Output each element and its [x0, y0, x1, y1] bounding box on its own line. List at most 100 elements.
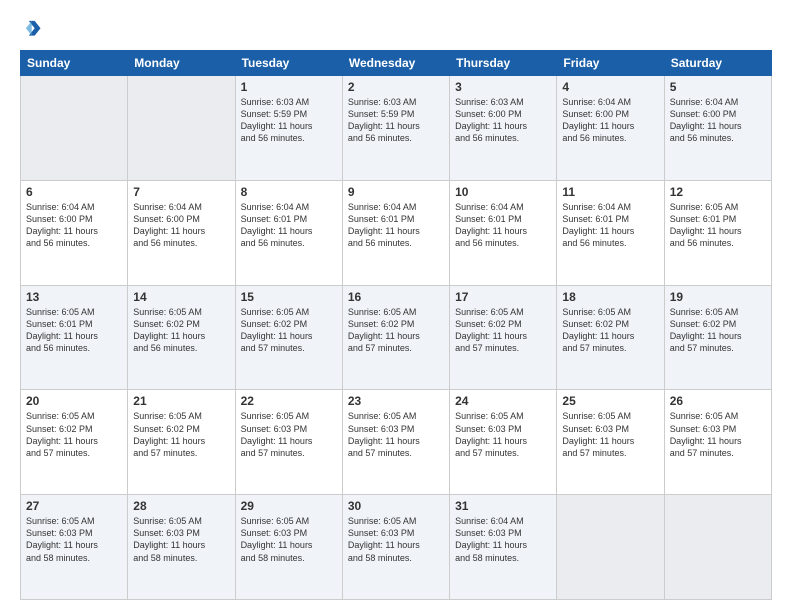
day-info: Sunrise: 6:05 AM Sunset: 6:02 PM Dayligh… [348, 306, 444, 355]
day-number: 16 [348, 290, 444, 304]
calendar-day-cell: 19 Sunrise: 6:05 AM Sunset: 6:02 PM Dayli… [664, 285, 771, 390]
calendar-day-cell: 12 Sunrise: 6:05 AM Sunset: 6:01 PM Dayli… [664, 180, 771, 285]
day-info: Sunrise: 6:04 AM Sunset: 6:00 PM Dayligh… [562, 96, 658, 145]
day-number: 23 [348, 394, 444, 408]
weekday-header-thursday: Thursday [450, 51, 557, 76]
calendar-day-cell: 9 Sunrise: 6:04 AM Sunset: 6:01 PM Daylig… [342, 180, 449, 285]
day-number: 6 [26, 185, 122, 199]
day-info: Sunrise: 6:03 AM Sunset: 5:59 PM Dayligh… [348, 96, 444, 145]
day-info: Sunrise: 6:05 AM Sunset: 6:03 PM Dayligh… [241, 410, 337, 459]
day-number: 14 [133, 290, 229, 304]
calendar-table: SundayMondayTuesdayWednesdayThursdayFrid… [20, 50, 772, 600]
day-number: 27 [26, 499, 122, 513]
day-info: Sunrise: 6:05 AM Sunset: 6:02 PM Dayligh… [455, 306, 551, 355]
calendar-week-row: 6 Sunrise: 6:04 AM Sunset: 6:00 PM Daylig… [21, 180, 772, 285]
day-info: Sunrise: 6:05 AM Sunset: 6:03 PM Dayligh… [348, 410, 444, 459]
calendar-day-cell [557, 495, 664, 600]
calendar-day-cell: 7 Sunrise: 6:04 AM Sunset: 6:00 PM Daylig… [128, 180, 235, 285]
day-number: 13 [26, 290, 122, 304]
calendar-day-cell: 22 Sunrise: 6:05 AM Sunset: 6:03 PM Dayli… [235, 390, 342, 495]
day-info: Sunrise: 6:05 AM Sunset: 6:02 PM Dayligh… [133, 306, 229, 355]
day-number: 2 [348, 80, 444, 94]
calendar-week-row: 13Sunrise: 6:05 AM Sunset: 6:01 PM Dayli… [21, 285, 772, 390]
calendar-week-row: 20 Sunrise: 6:05 AM Sunset: 6:02 PM Dayli… [21, 390, 772, 495]
day-info: Sunrise: 6:04 AM Sunset: 6:01 PM Dayligh… [348, 201, 444, 250]
day-number: 17 [455, 290, 551, 304]
weekday-header-row: SundayMondayTuesdayWednesdayThursdayFrid… [21, 51, 772, 76]
day-number: 9 [348, 185, 444, 199]
day-number: 29 [241, 499, 337, 513]
day-number: 26 [670, 394, 766, 408]
calendar-day-cell: 14 Sunrise: 6:05 AM Sunset: 6:02 PM Dayli… [128, 285, 235, 390]
day-number: 7 [133, 185, 229, 199]
calendar-week-row: 1 Sunrise: 6:03 AM Sunset: 5:59 PM Daylig… [21, 76, 772, 181]
day-number: 21 [133, 394, 229, 408]
day-info: Sunrise: 6:05 AM Sunset: 6:03 PM Dayligh… [26, 515, 122, 564]
day-number: 28 [133, 499, 229, 513]
day-info: Sunrise: 6:05 AM Sunset: 6:02 PM Dayligh… [26, 410, 122, 459]
day-info: Sunrise: 6:05 AM Sunset: 6:03 PM Dayligh… [670, 410, 766, 459]
day-info: Sunrise: 6:03 AM Sunset: 6:00 PM Dayligh… [455, 96, 551, 145]
calendar-day-cell: 24 Sunrise: 6:05 AM Sunset: 6:03 PM Dayli… [450, 390, 557, 495]
calendar-week-row: 27 Sunrise: 6:05 AM Sunset: 6:03 PM Dayli… [21, 495, 772, 600]
calendar-day-cell: 21Sunrise: 6:05 AM Sunset: 6:02 PM Dayli… [128, 390, 235, 495]
day-info: Sunrise: 6:04 AM Sunset: 6:00 PM Dayligh… [133, 201, 229, 250]
calendar-day-cell [664, 495, 771, 600]
weekday-header-wednesday: Wednesday [342, 51, 449, 76]
day-number: 24 [455, 394, 551, 408]
calendar-day-cell: 13Sunrise: 6:05 AM Sunset: 6:01 PM Dayli… [21, 285, 128, 390]
day-info: Sunrise: 6:05 AM Sunset: 6:03 PM Dayligh… [133, 515, 229, 564]
header [20, 18, 772, 40]
day-number: 31 [455, 499, 551, 513]
calendar-day-cell: 6 Sunrise: 6:04 AM Sunset: 6:00 PM Daylig… [21, 180, 128, 285]
calendar-day-cell [21, 76, 128, 181]
weekday-header-sunday: Sunday [21, 51, 128, 76]
day-number: 4 [562, 80, 658, 94]
calendar-day-cell: 11Sunrise: 6:04 AM Sunset: 6:01 PM Dayli… [557, 180, 664, 285]
day-number: 5 [670, 80, 766, 94]
day-info: Sunrise: 6:04 AM Sunset: 6:01 PM Dayligh… [241, 201, 337, 250]
day-info: Sunrise: 6:05 AM Sunset: 6:03 PM Dayligh… [348, 515, 444, 564]
day-info: Sunrise: 6:05 AM Sunset: 6:02 PM Dayligh… [562, 306, 658, 355]
calendar-day-cell: 5 Sunrise: 6:04 AM Sunset: 6:00 PM Daylig… [664, 76, 771, 181]
day-info: Sunrise: 6:04 AM Sunset: 6:01 PM Dayligh… [562, 201, 658, 250]
day-number: 10 [455, 185, 551, 199]
weekday-header-friday: Friday [557, 51, 664, 76]
day-number: 3 [455, 80, 551, 94]
day-number: 18 [562, 290, 658, 304]
day-info: Sunrise: 6:05 AM Sunset: 6:01 PM Dayligh… [670, 201, 766, 250]
calendar-day-cell: 30Sunrise: 6:05 AM Sunset: 6:03 PM Dayli… [342, 495, 449, 600]
day-info: Sunrise: 6:03 AM Sunset: 5:59 PM Dayligh… [241, 96, 337, 145]
calendar-day-cell: 8Sunrise: 6:04 AM Sunset: 6:01 PM Daylig… [235, 180, 342, 285]
day-number: 1 [241, 80, 337, 94]
calendar-day-cell: 18 Sunrise: 6:05 AM Sunset: 6:02 PM Dayli… [557, 285, 664, 390]
day-number: 22 [241, 394, 337, 408]
calendar-day-cell: 16 Sunrise: 6:05 AM Sunset: 6:02 PM Dayli… [342, 285, 449, 390]
day-number: 25 [562, 394, 658, 408]
day-info: Sunrise: 6:05 AM Sunset: 6:02 PM Dayligh… [241, 306, 337, 355]
day-info: Sunrise: 6:04 AM Sunset: 6:00 PM Dayligh… [670, 96, 766, 145]
logo-icon [20, 18, 42, 40]
day-info: Sunrise: 6:05 AM Sunset: 6:03 PM Dayligh… [241, 515, 337, 564]
calendar-day-cell: 4 Sunrise: 6:04 AM Sunset: 6:00 PM Daylig… [557, 76, 664, 181]
calendar-day-cell: 1 Sunrise: 6:03 AM Sunset: 5:59 PM Daylig… [235, 76, 342, 181]
calendar-day-cell: 25 Sunrise: 6:05 AM Sunset: 6:03 PM Dayli… [557, 390, 664, 495]
calendar-day-cell: 2 Sunrise: 6:03 AM Sunset: 5:59 PM Daylig… [342, 76, 449, 181]
weekday-header-tuesday: Tuesday [235, 51, 342, 76]
day-number: 12 [670, 185, 766, 199]
day-info: Sunrise: 6:04 AM Sunset: 6:01 PM Dayligh… [455, 201, 551, 250]
day-info: Sunrise: 6:05 AM Sunset: 6:03 PM Dayligh… [455, 410, 551, 459]
calendar-day-cell: 17 Sunrise: 6:05 AM Sunset: 6:02 PM Dayli… [450, 285, 557, 390]
weekday-header-monday: Monday [128, 51, 235, 76]
calendar-day-cell: 10 Sunrise: 6:04 AM Sunset: 6:01 PM Dayli… [450, 180, 557, 285]
logo [20, 18, 46, 40]
day-number: 19 [670, 290, 766, 304]
calendar-day-cell: 23 Sunrise: 6:05 AM Sunset: 6:03 PM Dayli… [342, 390, 449, 495]
day-info: Sunrise: 6:05 AM Sunset: 6:02 PM Dayligh… [670, 306, 766, 355]
day-info: Sunrise: 6:05 AM Sunset: 6:03 PM Dayligh… [562, 410, 658, 459]
day-number: 15 [241, 290, 337, 304]
calendar-day-cell: 3 Sunrise: 6:03 AM Sunset: 6:00 PM Daylig… [450, 76, 557, 181]
weekday-header-saturday: Saturday [664, 51, 771, 76]
day-info: Sunrise: 6:04 AM Sunset: 6:00 PM Dayligh… [26, 201, 122, 250]
day-number: 20 [26, 394, 122, 408]
